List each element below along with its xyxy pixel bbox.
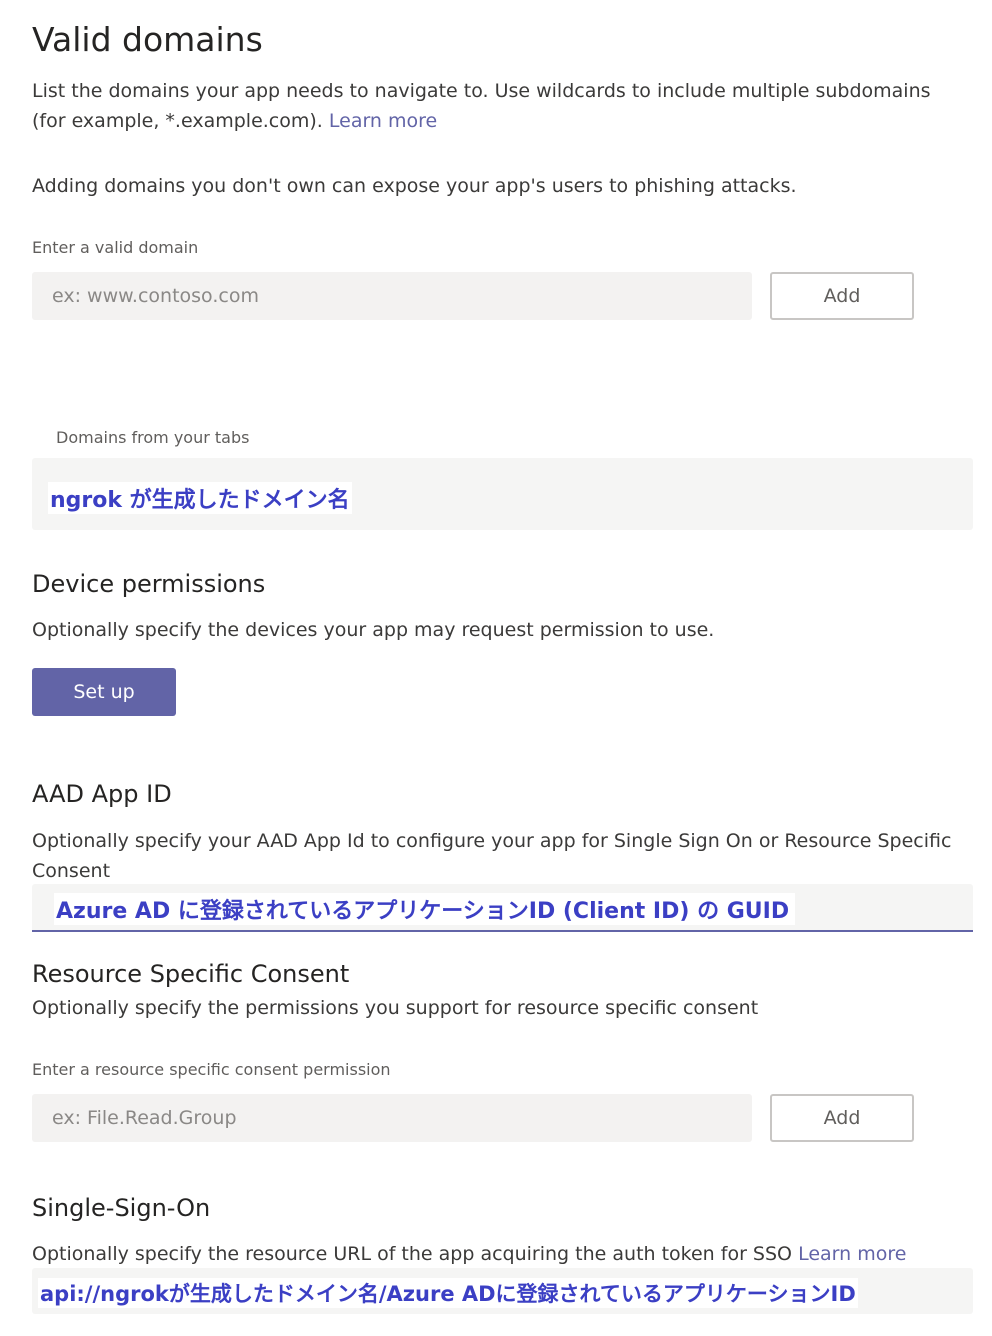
tab-domains-label: Domains from your tabs [56,428,250,447]
tab-domains-box: ngrok が生成したドメイン名 [32,458,973,530]
valid-domains-title: Valid domains [32,20,263,59]
valid-domains-description: List the domains your app needs to navig… [32,76,962,136]
aad-app-id-input[interactable]: Azure AD に登録されているアプリケーションID (Client ID) … [32,884,973,932]
sso-resource-url-input[interactable]: api://ngrokが生成したドメイン名/Azure ADに登録されているアプ… [32,1268,973,1314]
sso-title: Single-Sign-On [32,1194,211,1222]
sso-description: Optionally specify the resource URL of t… [32,1239,906,1269]
aad-app-id-description: Optionally specify your AAD App Id to co… [32,830,952,882]
rsc-permission-input[interactable] [32,1094,752,1142]
add-domain-button[interactable]: Add [770,272,914,320]
rsc-input-label: Enter a resource specific consent permis… [32,1060,391,1079]
sso-description-text: Optionally specify the resource URL of t… [32,1243,793,1265]
rsc-title: Resource Specific Consent [32,960,350,988]
aad-app-id-annotation: Azure AD に登録されているアプリケーションID (Client ID) … [54,893,796,925]
device-permissions-title: Device permissions [32,570,266,598]
valid-domain-input[interactable] [32,272,752,320]
device-permissions-description: Optionally specify the devices your app … [32,619,715,641]
rsc-description: Optionally specify the permissions you s… [32,997,759,1019]
device-permissions-setup-button[interactable]: Set up [32,668,176,716]
valid-domains-description-text: List the domains your app needs to navig… [32,80,931,132]
valid-domains-learn-more-link[interactable]: Learn more [329,110,437,132]
valid-domain-input-label: Enter a valid domain [32,238,199,257]
aad-app-id-title: AAD App ID [32,780,172,808]
sso-learn-more-link[interactable]: Learn more [798,1243,906,1265]
phishing-warning: Adding domains you don't own can expose … [32,175,797,197]
sso-annotation: api://ngrokが生成したドメイン名/Azure ADに登録されているアプ… [38,1278,858,1308]
tab-domains-annotation: ngrok が生成したドメイン名 [48,482,352,514]
add-rsc-permission-button[interactable]: Add [770,1094,914,1142]
